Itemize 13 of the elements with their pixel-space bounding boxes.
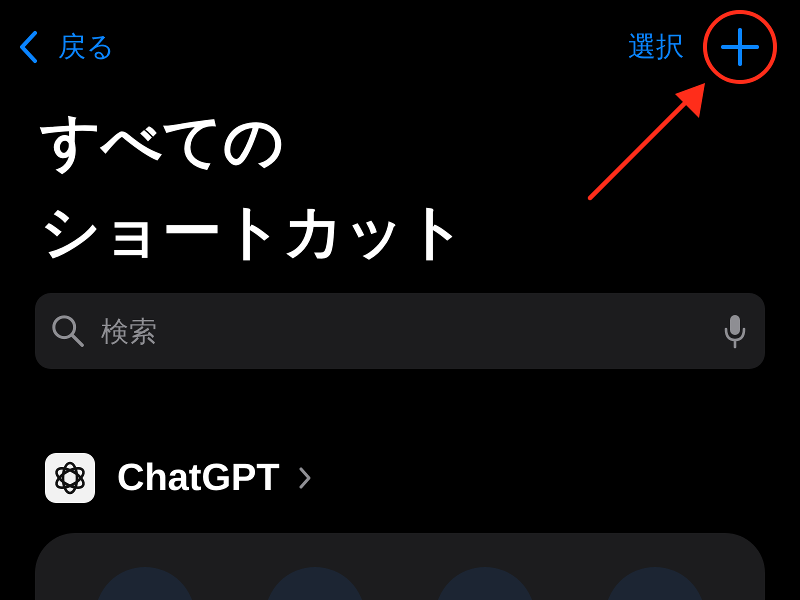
search-icon — [51, 314, 85, 348]
app-icon — [45, 453, 95, 503]
chevron-right-icon — [298, 466, 312, 490]
section-link[interactable]: ChatGPT — [117, 456, 312, 500]
search-field[interactable]: 検索 — [99, 314, 709, 348]
add-button[interactable] — [720, 27, 760, 67]
back-button[interactable]: 戻る — [18, 28, 115, 66]
page-title: ショートカット — [40, 196, 467, 269]
search-field[interactable]: 検索 — [35, 293, 765, 369]
select-button[interactable]: 選択 — [628, 28, 684, 66]
chevron-left-icon — [18, 30, 38, 64]
page-title: すべての — [40, 106, 285, 179]
microphone-icon[interactable] — [723, 313, 747, 349]
